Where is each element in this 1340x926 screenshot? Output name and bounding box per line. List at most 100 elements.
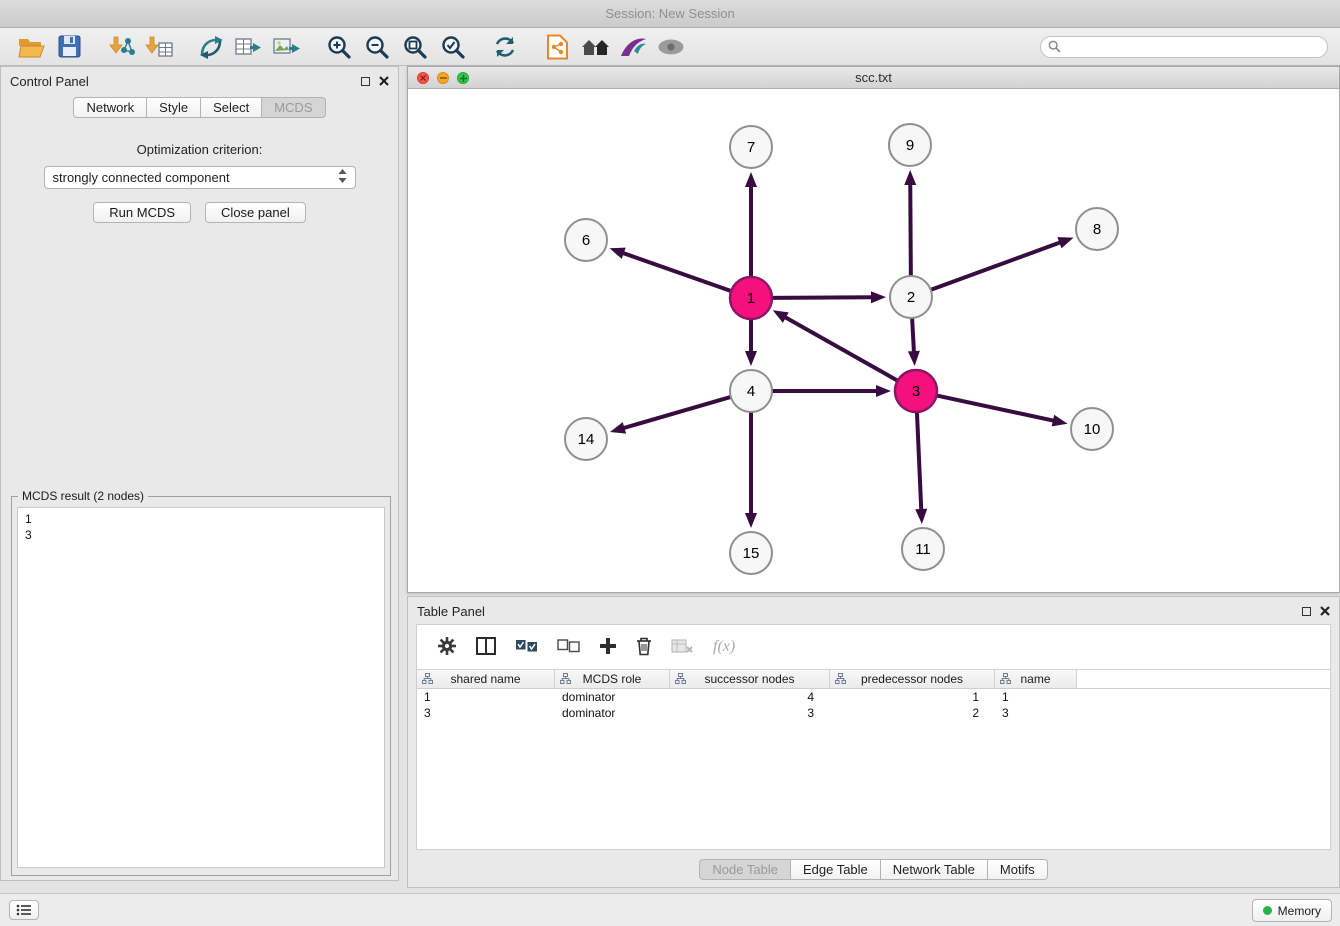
toolbar-search[interactable] (1040, 36, 1328, 58)
column-header-shared-name[interactable]: shared name (417, 670, 555, 688)
tab-edge-table[interactable]: Edge Table (791, 859, 881, 880)
graph-edge-1-2[interactable] (773, 297, 873, 298)
function-builder-button[interactable]: f(x) (713, 638, 735, 656)
export-table-button[interactable] (230, 31, 268, 63)
attribute-type-icon (675, 673, 686, 684)
graph-edge-2-8[interactable] (932, 242, 1062, 289)
zoom-window-icon[interactable] (457, 72, 469, 84)
zoom-selected-button[interactable] (434, 31, 472, 63)
save-session-button[interactable] (50, 31, 88, 63)
float-panel-icon[interactable] (1302, 607, 1311, 616)
table-cell[interactable]: 3 (417, 705, 555, 721)
show-columns-button[interactable] (476, 637, 496, 658)
table-cell[interactable]: dominator (555, 689, 670, 705)
memory-button[interactable]: Memory (1252, 899, 1332, 922)
graph-edge-3-11[interactable] (917, 413, 921, 511)
table-cell[interactable]: 1 (417, 689, 555, 705)
network-window-titlebar[interactable]: scc.txt (408, 67, 1339, 89)
graph-node-label: 7 (747, 139, 755, 156)
minimize-window-icon[interactable] (437, 72, 449, 84)
zoom-out-button[interactable] (358, 31, 396, 63)
search-input[interactable] (1066, 40, 1320, 54)
table-panel-tabs: Node Table Edge Table Network Table Moti… (699, 859, 1047, 880)
open-session-button[interactable] (12, 31, 50, 63)
tab-motifs[interactable]: Motifs (988, 859, 1048, 880)
table-settings-button[interactable] (437, 636, 457, 659)
table-cell[interactable]: 1 (995, 689, 1077, 705)
run-mcds-button[interactable]: Run MCDS (93, 202, 191, 223)
app-titlebar: Session: New Session (0, 0, 1340, 28)
import-table-button[interactable] (140, 31, 178, 63)
column-header-mcds-role[interactable]: MCDS role (555, 670, 670, 688)
refresh-button[interactable] (486, 31, 524, 63)
table-cell[interactable]: 3 (995, 705, 1077, 721)
network-view-window: scc.txt 7968124310141511 (407, 66, 1340, 593)
control-panel-title: Control Panel (10, 74, 89, 89)
select-all-icon (515, 639, 538, 653)
column-header-successor-nodes[interactable]: successor nodes (670, 670, 830, 688)
table-panel-header: Table Panel (408, 597, 1339, 625)
graph-node-label: 2 (907, 289, 915, 306)
network-canvas[interactable]: 7968124310141511 (408, 89, 1339, 592)
close-panel-icon[interactable] (1320, 606, 1330, 616)
close-panel-icon[interactable] (379, 76, 389, 86)
table-cell[interactable]: 3 (670, 705, 830, 721)
zoom-fit-button[interactable] (396, 31, 434, 63)
create-column-button[interactable] (599, 637, 617, 658)
apply-style-button[interactable] (614, 31, 652, 63)
table-toolbar: f(x) (417, 625, 1330, 669)
refresh-icon (492, 34, 518, 60)
graph-edge-3-1[interactable] (784, 317, 897, 381)
table-panel-title: Table Panel (417, 604, 485, 619)
graph-edge-arrow (745, 172, 757, 187)
close-window-icon[interactable] (417, 72, 429, 84)
chevron-up-down-icon (338, 169, 347, 183)
graph-edge-arrow (915, 509, 927, 524)
graph-edge-arrow (745, 351, 757, 366)
add-row-icon (599, 637, 617, 655)
graph-edge-1-6[interactable] (622, 253, 730, 291)
delete-table-icon (671, 638, 694, 654)
table-cell[interactable]: 4 (670, 689, 830, 705)
graph-edge-3-10[interactable] (938, 396, 1055, 421)
close-panel-button[interactable]: Close panel (205, 202, 306, 223)
deselect-all-icon (557, 639, 580, 653)
tab-network-table[interactable]: Network Table (881, 859, 988, 880)
delete-column-button[interactable] (636, 636, 652, 659)
float-panel-icon[interactable] (361, 77, 370, 86)
tab-select[interactable]: Select (201, 97, 262, 118)
new-network-button[interactable] (192, 31, 230, 63)
first-neighbors-button[interactable] (576, 31, 614, 63)
table-cell[interactable]: dominator (555, 705, 670, 721)
graph-edge-2-3[interactable] (912, 319, 914, 353)
import-network-button[interactable] (102, 31, 140, 63)
graph-edge-2-9[interactable] (910, 183, 911, 275)
mcds-result-title: MCDS result (2 nodes) (18, 489, 148, 503)
table-cell[interactable]: 1 (830, 689, 995, 705)
table-row[interactable]: 3 dominator 3 2 3 (417, 705, 1330, 721)
delete-table-button[interactable] (671, 638, 694, 657)
graph-edge-arrow (871, 291, 886, 303)
deselect-all-columns-button[interactable] (557, 639, 580, 656)
graph-edge-4-14[interactable] (622, 397, 729, 428)
column-header-predecessor-nodes[interactable]: predecessor nodes (830, 670, 995, 688)
criterion-dropdown[interactable]: strongly connected component (44, 166, 356, 189)
zoom-in-button[interactable] (320, 31, 358, 63)
show-graphics-button[interactable] (652, 31, 690, 63)
first-neighbors-icon (580, 36, 611, 58)
table-row[interactable]: 1 dominator 4 1 1 (417, 689, 1330, 705)
network-graph[interactable]: 7968124310141511 (408, 89, 1339, 592)
column-header-name[interactable]: name (995, 670, 1077, 688)
attribute-type-icon (560, 673, 571, 684)
select-all-columns-button[interactable] (515, 639, 538, 656)
graph-edge-arrow (904, 170, 916, 185)
search-icon (1048, 40, 1061, 53)
export-image-button[interactable] (268, 31, 306, 63)
network-file-button[interactable] (538, 31, 576, 63)
task-history-button[interactable] (9, 900, 39, 920)
tab-style[interactable]: Style (147, 97, 201, 118)
tab-network[interactable]: Network (73, 97, 147, 118)
table-cell[interactable]: 2 (830, 705, 995, 721)
tab-mcds[interactable]: MCDS (262, 97, 325, 118)
tab-node-table[interactable]: Node Table (699, 859, 791, 880)
